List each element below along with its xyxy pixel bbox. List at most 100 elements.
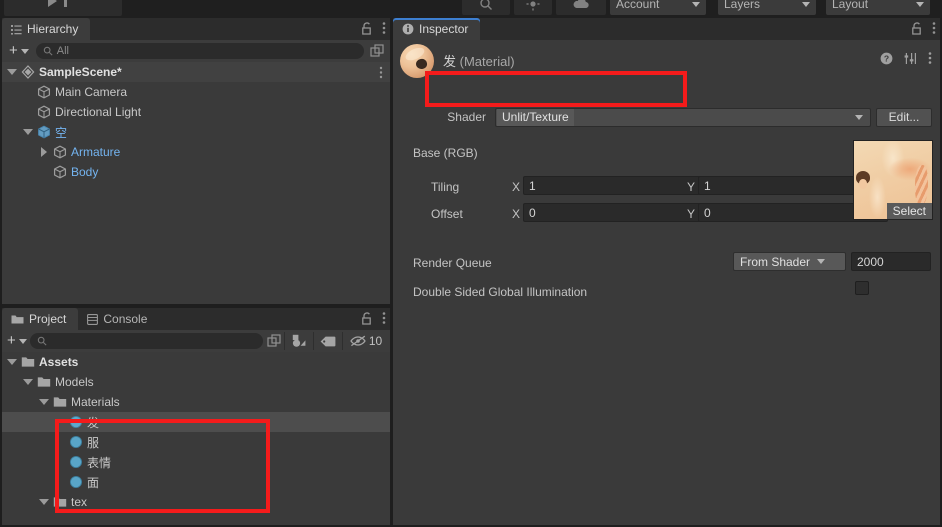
tab-inspector[interactable]: Inspector	[393, 18, 481, 40]
render-queue-dropdown[interactable]: From Shader	[733, 252, 846, 271]
inspector-tabbar: Inspector	[393, 18, 940, 40]
tiling-y-value: 1	[704, 178, 711, 193]
project-tabbar: Project Console	[2, 308, 390, 330]
project-type-filter-button[interactable]	[286, 332, 312, 350]
tree-row[interactable]: 表情	[2, 452, 390, 472]
prefab-icon	[37, 125, 51, 139]
tree-row[interactable]: Armature	[2, 142, 390, 162]
top-toolbar: Account Layers Layout	[0, 0, 942, 18]
tree-row[interactable]: 面	[2, 472, 390, 492]
shader-row: Shader Unlit/Texture Edit...	[393, 102, 940, 132]
tree-row[interactable]: Assets	[2, 352, 390, 372]
project-add-label: +	[7, 332, 16, 349]
toolbar-divider	[284, 332, 285, 350]
chevron-down-icon	[18, 338, 27, 344]
layout-dropdown[interactable]: Layout	[826, 0, 930, 15]
chevron-down-icon[interactable]	[22, 379, 34, 385]
pause-button[interactable]	[64, 0, 67, 7]
hierarchy-search-placeholder: All	[56, 45, 69, 57]
chevron-down-icon	[20, 48, 29, 54]
chevron-down-icon[interactable]	[22, 129, 34, 135]
kebab-menu-icon[interactable]	[932, 21, 936, 35]
tree-row-label: Assets	[39, 355, 79, 369]
cube-icon	[53, 145, 67, 159]
tab-project[interactable]: Project	[2, 308, 79, 330]
toolbar-divider	[313, 332, 314, 350]
hierarchy-tree[interactable]: SampleScene* Main Camera Directional Light…	[2, 62, 390, 304]
lock-icon[interactable]	[911, 21, 923, 35]
base-texture-slot[interactable]: Select	[853, 140, 933, 220]
shader-edit-label: Edit...	[888, 110, 920, 124]
gizmo-icon	[526, 0, 540, 11]
material-name: 发	[443, 54, 457, 69]
chevron-down-icon[interactable]	[6, 359, 18, 365]
hierarchy-add-button[interactable]: +	[6, 43, 32, 58]
kebab-menu-icon[interactable]	[928, 51, 932, 65]
chevron-down-icon[interactable]	[6, 69, 18, 75]
chevron-down-icon[interactable]	[38, 399, 50, 405]
lock-icon[interactable]	[361, 311, 373, 325]
project-save-search-button[interactable]	[265, 333, 283, 349]
tag-filter-icon	[320, 336, 336, 347]
tree-row[interactable]: 服	[2, 432, 390, 452]
play-controls-group	[4, 0, 122, 16]
project-search-input[interactable]	[29, 333, 263, 349]
project-label-filter-button[interactable]	[315, 332, 341, 350]
offset-x-input[interactable]: 0	[523, 203, 713, 222]
tree-row[interactable]: Materials	[2, 392, 390, 412]
eye-slash-icon	[350, 335, 367, 347]
shader-value: Unlit/Texture	[497, 108, 574, 126]
play-button[interactable]	[48, 0, 57, 7]
project-tree[interactable]: Assets Models Materials 发服表情面 tex	[2, 352, 390, 525]
project-hidden-packages-button[interactable]: 10	[344, 332, 388, 350]
tree-row[interactable]: Directional Light	[2, 102, 390, 122]
shader-dropdown[interactable]: Unlit/Texture	[495, 107, 871, 127]
shader-edit-button[interactable]: Edit...	[876, 107, 932, 127]
render-queue-input[interactable]: 2000	[851, 252, 931, 271]
layers-label: Layers	[724, 0, 761, 11]
hierarchy-save-search-button[interactable]	[368, 43, 386, 59]
project-add-button[interactable]: +	[4, 332, 30, 349]
chevron-down-icon[interactable]	[38, 499, 50, 505]
help-icon[interactable]: ?	[880, 52, 893, 65]
lock-icon[interactable]	[361, 21, 373, 35]
cube-icon	[53, 165, 67, 179]
material-header-icons: ?	[880, 51, 932, 65]
tree-row[interactable]: tex	[2, 492, 390, 512]
gizmo-toolbar-button[interactable]	[514, 0, 552, 15]
texture-select-button[interactable]: Select	[886, 203, 932, 219]
chevron-down-icon	[855, 114, 863, 120]
cube-icon	[37, 85, 51, 99]
hierarchy-icon	[11, 24, 22, 35]
tree-row-label: 表情	[87, 455, 112, 470]
preset-icon[interactable]	[904, 52, 917, 65]
kebab-menu-icon[interactable]	[382, 311, 386, 325]
cloud-toolbar-button[interactable]	[556, 0, 606, 15]
search-icon	[37, 336, 47, 346]
folder-icon	[53, 395, 67, 409]
offset-x-axis-label: X	[512, 207, 521, 221]
tree-row[interactable]: 发	[2, 412, 390, 432]
kebab-menu-icon[interactable]	[382, 21, 386, 35]
tiling-x-input[interactable]: 1	[523, 176, 713, 195]
tree-row[interactable]: 空	[2, 122, 390, 142]
hierarchy-search-input[interactable]: All	[35, 43, 364, 59]
chevron-right-icon[interactable]	[38, 147, 50, 157]
tab-console[interactable]: Console	[78, 308, 159, 330]
save-search-icon	[370, 44, 384, 58]
double-sided-gi-checkbox[interactable]	[855, 281, 869, 295]
kebab-menu-icon[interactable]	[379, 66, 383, 79]
search-toolbar-button[interactable]	[462, 0, 510, 15]
account-dropdown[interactable]: Account	[610, 0, 706, 15]
layers-dropdown[interactable]: Layers	[718, 0, 816, 15]
tab-hierarchy[interactable]: Hierarchy	[2, 18, 91, 40]
project-toolbar: + 10	[2, 330, 390, 352]
tree-row[interactable]: Models	[2, 372, 390, 392]
tree-row-label: 面	[87, 475, 100, 490]
tree-row[interactable]: Body	[2, 162, 390, 182]
tree-row[interactable]: Main Camera	[2, 82, 390, 102]
tree-row[interactable]: SampleScene*	[2, 62, 390, 82]
scene-icon	[21, 65, 35, 79]
offset-label: Offset	[431, 207, 463, 221]
console-icon	[87, 313, 99, 325]
